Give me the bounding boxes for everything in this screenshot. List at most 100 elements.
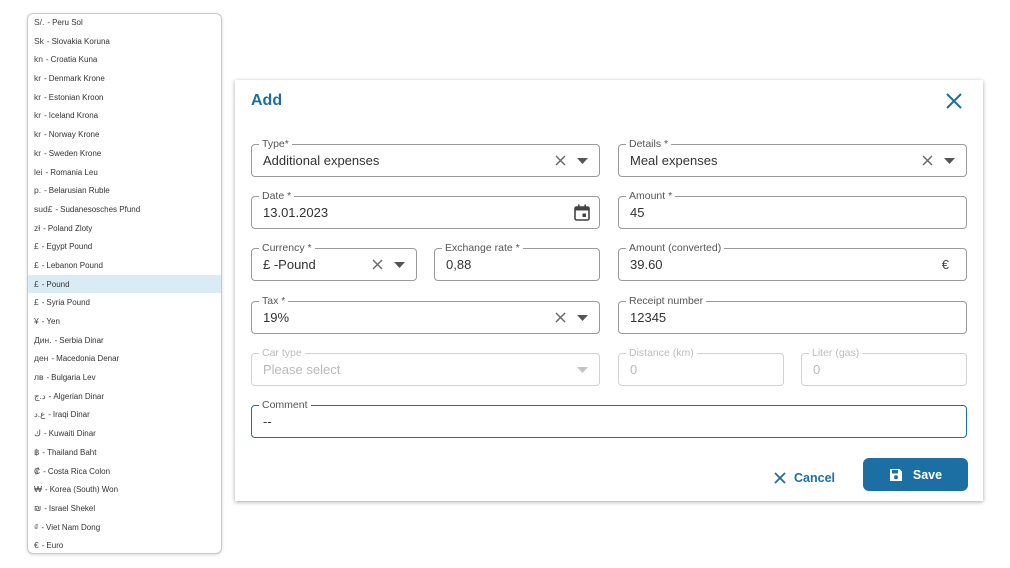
currency-name: Thailand Baht [47,447,97,457]
currency-separator: - [41,522,45,532]
currency-separator: - [43,223,46,233]
currency-name: Serbia Dinar [59,335,104,345]
comment-field[interactable]: Comment -- [251,398,967,438]
type-value: Additional expenses [263,153,380,168]
currency-option[interactable]: ع.د - Iraqi Dinar [28,405,221,424]
chevron-down-icon[interactable] [577,158,588,165]
currency-option[interactable]: kr - Estonian Kroon [28,88,221,107]
currency-separator: - [44,111,47,121]
receipt-number-field[interactable]: Receipt number 12345 [618,294,967,334]
currency-name: Syria Pound [46,298,90,308]
receipt-number-value: 12345 [630,310,667,325]
currency-option[interactable]: lei - Romania Leu [28,163,221,182]
currency-separator: - [45,55,49,65]
amount-label: Amount * [626,189,676,203]
date-field[interactable]: Date * 13.01.2023 [251,189,600,229]
currency-symbol: lei [34,166,43,177]
close-icon[interactable] [945,92,963,110]
currency-option[interactable]: zł - Poland Zloty [28,219,221,238]
euro-suffix: € [941,257,949,272]
currency-option[interactable]: ¥ - Yen [28,312,221,331]
currency-name: Romania Leu [50,167,98,177]
currency-dropdown-list[interactable]: S/. - Peru Sol Sk - Slovakia Koruna kn - Croatia… [27,13,222,554]
currency-option[interactable]: kr - Sweden Krone [28,144,221,163]
currency-option[interactable]: ₫ - Viet Nam Dong [28,518,221,537]
clear-icon[interactable] [555,312,566,323]
currency-option[interactable]: S/. - Peru Sol [28,14,221,32]
currency-name: Estonian Kroon [48,92,104,102]
currency-option[interactable]: kr - Denmark Krone [28,69,221,88]
currency-name: Korea (South) Won [49,485,119,495]
currency-name: Macedonia Denar [56,354,120,364]
currency-name: Bulgaria Lev [51,373,96,383]
currency-option[interactable]: ك - Kuwaiti Dinar [28,424,221,443]
currency-symbol: د.ج [34,390,46,401]
currency-name: Norway Krone [48,130,100,140]
clear-icon[interactable] [555,155,566,166]
close-icon [774,472,786,484]
currency-option[interactable]: £ - Lebanon Pound [28,256,221,275]
currency-option[interactable]: kr - Norway Krone [28,125,221,144]
currency-name: Algerian Dinar [53,391,105,401]
car-type-placeholder: Please select [263,362,341,377]
currency-name: Kuwaiti Dinar [48,429,96,439]
currency-option[interactable]: £ - Syria Pound [28,293,221,312]
currency-option[interactable]: sud£ - Sudanesosches Pfund [28,200,221,219]
currency-name: Denmark Krone [48,74,105,84]
date-value: 13.01.2023 [263,205,329,220]
amount-converted-field[interactable]: Amount (converted) 39.60 € [618,241,967,281]
amount-value: 45 [630,205,645,220]
currency-name: Pound [46,279,70,289]
exchange-rate-field[interactable]: Exchange rate * 0,88 [434,241,600,281]
currency-separator: - [44,148,47,158]
currency-name: Belarusian Ruble [48,186,110,196]
currency-option[interactable]: د.ج - Algerian Dinar [28,387,221,406]
currency-option[interactable]: Sk - Slovakia Koruna [28,32,221,51]
chevron-down-icon[interactable] [577,315,588,322]
cancel-button[interactable]: Cancel [774,466,835,490]
currency-name: Israel Shekel [48,503,96,513]
details-select[interactable]: Details * Meal expenses [618,137,967,177]
currency-select[interactable]: Currency * £ -Pound [251,241,417,281]
currency-symbol: ك [34,428,42,439]
currency-separator: - [44,503,47,513]
currency-symbol: ₩ [34,484,43,495]
save-button[interactable]: Save [863,458,968,491]
currency-option[interactable]: £ - Egypt Pound [28,237,221,256]
currency-option[interactable]: ₩ - Korea (South) Won [28,480,221,499]
currency-symbol: sud£ [34,203,53,214]
currency-option[interactable]: Дин. - Serbia Dinar [28,331,221,350]
currency-name: Slovakia Koruna [51,36,110,46]
currency-value: £ -Pound [263,257,316,272]
liter-value: 0 [813,362,821,377]
date-label: Date * [259,189,295,203]
currency-symbol: Дин. [34,334,52,345]
chevron-down-icon[interactable] [944,158,955,165]
tax-select[interactable]: Tax * 19% [251,294,600,334]
currency-option[interactable]: ฿ - Thailand Baht [28,443,221,462]
clear-icon[interactable] [922,155,933,166]
currency-separator: - [51,354,55,364]
currency-separator: - [44,130,47,140]
clear-icon[interactable] [372,259,383,270]
currency-name: Sweden Krone [48,148,102,158]
currency-symbol: kn [34,54,43,65]
currency-option[interactable]: £ - Pound [28,274,221,294]
currency-separator: - [45,485,48,495]
chevron-down-icon[interactable] [394,262,405,269]
currency-option[interactable]: kr - Iceland Krona [28,106,221,125]
exchange-rate-label: Exchange rate * [442,241,523,255]
currency-option[interactable]: ₪ - Israel Shekel [28,499,221,518]
currency-option[interactable]: € - Euro [28,536,221,553]
currency-option[interactable]: лв - Bulgaria Lev [28,368,221,387]
currency-option[interactable]: ден - Macedonia Denar [28,349,221,368]
calendar-icon[interactable] [574,204,590,221]
currency-option[interactable]: kn - Croatia Kuna [28,50,221,69]
type-select[interactable]: Type* Additional expenses [251,137,600,177]
currency-option[interactable]: p. - Belarusian Ruble [28,181,221,200]
currency-name: Sudanesosches Pfund [60,204,141,214]
currency-symbol: ден [34,353,49,364]
amount-field[interactable]: Amount * 45 [618,189,967,229]
add-expense-dialog: Add Type* Additional expenses Details * … [235,80,983,501]
currency-option[interactable]: ₡ - Costa Rica Colon [28,462,221,481]
